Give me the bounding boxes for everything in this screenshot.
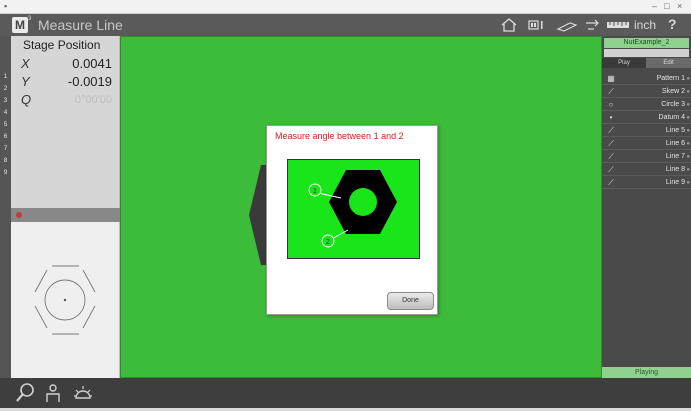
stage-toggle-icon[interactable] — [528, 17, 548, 37]
probe-icon[interactable] — [556, 17, 578, 37]
program-slider[interactable] — [604, 49, 689, 57]
program-step-label: Pattern 1 — [656, 75, 685, 82]
program-step[interactable]: ▦ Pattern 1 ● — [602, 73, 691, 85]
q-axis-label: Q — [21, 92, 32, 107]
zoom-icon[interactable] — [14, 382, 36, 404]
home-icon[interactable] — [500, 17, 518, 37]
record-indicator-icon — [16, 212, 22, 218]
os-window-chrome: ▪ – □ × — [0, 0, 691, 14]
row-marker: 3 — [3, 98, 8, 104]
screen-title: Measure Line — [38, 17, 123, 33]
line-icon: ⟋ — [608, 126, 614, 135]
part-outline-icon — [34, 265, 96, 335]
instruction-image: 1 2 — [287, 159, 420, 259]
part-view-panel[interactable] — [11, 222, 120, 378]
dialog-title: Measure angle between 1 and 2 — [275, 131, 404, 141]
probe-tool-icon[interactable] — [42, 382, 64, 404]
program-step-label: Line 9 — [665, 179, 685, 186]
program-step[interactable]: ⟋ Line 9 ● — [602, 177, 691, 189]
point-icon: • — [609, 113, 613, 122]
stage-position-panel: Stage Position X 0.0041 Y -0.0019 Q 0°00… — [11, 36, 120, 208]
minimize-icon[interactable]: – — [652, 1, 657, 11]
line-icon: ⟋ — [608, 152, 614, 161]
program-panel: NutExample_2 Play Edit ▦ Pattern 1 ● ⟋ S… — [602, 36, 691, 378]
step-marker-icon: ● — [686, 128, 690, 134]
step-marker-icon: ● — [686, 102, 690, 108]
row-marker: 1 — [3, 74, 8, 80]
instruction-dialog: Measure angle between 1 and 2 1 2 Done — [266, 125, 438, 315]
panel-separator[interactable] — [11, 208, 120, 222]
program-step[interactable]: • Datum 4 ● — [602, 112, 691, 124]
program-step-label: Line 5 — [665, 127, 685, 134]
line-icon: ⟋ — [608, 165, 614, 174]
row-marker: 2 — [3, 86, 8, 92]
program-step-label: Line 8 — [665, 166, 685, 173]
app-logo: M — [12, 17, 28, 33]
program-step[interactable]: ○ Circle 3 ● — [602, 99, 691, 111]
row-marker: 7 — [3, 146, 8, 152]
ruler-icon[interactable] — [606, 17, 630, 37]
tab-play[interactable]: Play — [602, 58, 646, 68]
row-marker: 9 — [3, 170, 8, 176]
stage-position-title: Stage Position — [23, 38, 101, 52]
app-logo-superscript: 3 — [28, 16, 32, 22]
pattern-icon: ▦ — [607, 74, 615, 83]
light-icon[interactable] — [72, 382, 94, 404]
row-marker: 8 — [3, 158, 8, 164]
x-axis-value[interactable]: 0.0041 — [72, 56, 112, 71]
step-marker-icon: ● — [686, 180, 690, 186]
q-axis-value[interactable]: 0°00'00 — [75, 94, 112, 106]
row-marker-strip: 1 2 3 4 5 6 7 8 9 — [0, 36, 11, 408]
os-app-icon: ▪ — [4, 1, 8, 11]
row-marker: 4 — [3, 110, 8, 116]
program-step[interactable]: ⟋ Skew 2 ● — [602, 86, 691, 98]
y-axis-label: Y — [21, 74, 30, 89]
maximize-icon[interactable]: □ — [664, 1, 669, 11]
program-step[interactable]: ⟋ Line 6 ● — [602, 138, 691, 150]
program-step-label: Datum 4 — [658, 114, 685, 121]
row-marker: 5 — [3, 122, 8, 128]
program-step[interactable]: ⟋ Line 8 ● — [602, 164, 691, 176]
step-marker-icon: ● — [686, 167, 690, 173]
y-axis-value[interactable]: -0.0019 — [68, 74, 112, 89]
step-marker-icon: ● — [686, 154, 690, 160]
row-marker: 6 — [3, 134, 8, 140]
tab-edit[interactable]: Edit — [646, 58, 691, 68]
program-step-label: Line 7 — [665, 153, 685, 160]
line-icon: ⟋ — [608, 178, 614, 187]
app-title-bar: M 3 Measure Line inch ? — [0, 14, 691, 36]
program-step[interactable]: ⟋ Line 7 ● — [602, 151, 691, 163]
line-icon: ⟋ — [608, 87, 614, 96]
step-marker-icon: ● — [686, 141, 690, 147]
marker-1-label: 1 — [313, 188, 317, 195]
program-step-label: Line 6 — [665, 140, 685, 147]
direction-arrows-icon[interactable] — [584, 17, 604, 37]
program-name[interactable]: NutExample_2 — [604, 38, 689, 48]
program-step-label: Circle 3 — [661, 101, 685, 108]
bottom-toolbar — [0, 378, 691, 408]
done-button[interactable]: Done — [387, 292, 434, 310]
line-icon: ⟋ — [608, 139, 614, 148]
close-icon[interactable]: × — [677, 1, 682, 11]
x-axis-label: X — [21, 56, 30, 71]
circle-icon: ○ — [608, 100, 614, 109]
step-marker-icon: ● — [686, 89, 690, 95]
marker-2-label: 2 — [326, 239, 330, 246]
units-label[interactable]: inch — [634, 18, 656, 32]
program-step-label: Skew 2 — [662, 88, 685, 95]
playing-status: Playing — [602, 367, 691, 378]
step-marker-icon: ● — [686, 115, 690, 121]
step-marker-icon: ● — [686, 76, 690, 82]
program-step[interactable]: ⟋ Line 5 ● — [602, 125, 691, 137]
help-icon[interactable]: ? — [668, 16, 677, 32]
